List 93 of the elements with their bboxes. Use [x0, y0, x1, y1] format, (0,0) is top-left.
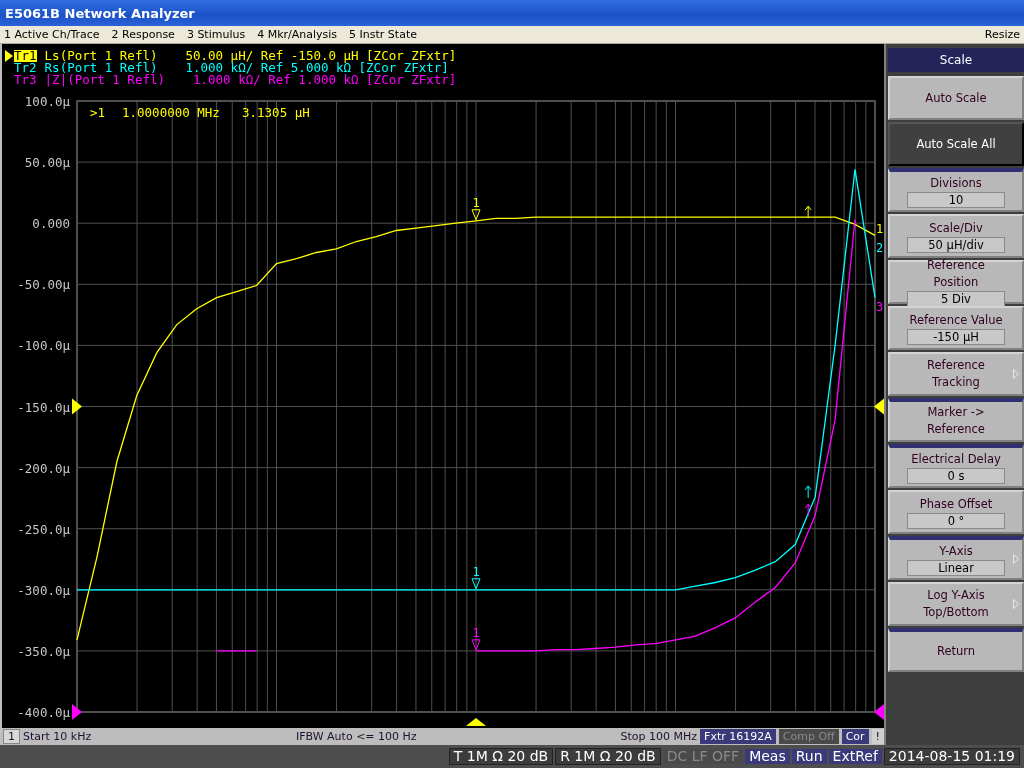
- status-indicator: DC LF OFF: [662, 749, 744, 764]
- menu-item[interactable]: 5 Instr State: [349, 28, 417, 41]
- trace-end-label: 2: [876, 241, 884, 255]
- softkey-button[interactable]: Reference Value -150 µH: [888, 306, 1024, 350]
- softkey-value-field[interactable]: 50 µH/div: [907, 236, 1005, 253]
- status-indicator: T 1M Ω 20 dB: [448, 748, 554, 765]
- marker-number: 1: [472, 195, 480, 210]
- resize-menu[interactable]: Resize: [984, 28, 1020, 41]
- softkey-button[interactable]: Phase Offset 0 °: [888, 490, 1024, 534]
- y-axis-tick-label: -200.0µ: [17, 460, 70, 476]
- reference-arrow-icon: [874, 398, 884, 415]
- marker-arrow-icon: [804, 503, 812, 517]
- trace-parameter: |Z|(Port 1 Refl): [44, 74, 165, 86]
- softkey-button[interactable]: Electrical Delay 0 s: [888, 444, 1024, 488]
- marker-value: 3.1305 µH: [242, 105, 310, 120]
- softkey-value-field[interactable]: Linear: [907, 559, 1005, 576]
- y-axis-tick-label: 0.000: [32, 216, 70, 232]
- marker-triangle-icon: [471, 639, 481, 651]
- marker-readout-label: >1: [90, 105, 106, 120]
- status-indicator: Cor: [841, 729, 869, 744]
- trace-parameter: Ls(Port 1 Refl): [44, 50, 158, 62]
- softkey-button[interactable]: Auto Scale All: [888, 122, 1024, 166]
- softkey-label: Divisions: [930, 174, 982, 192]
- reference-arrow-icon: [874, 704, 884, 720]
- softkey-button[interactable]: Return: [888, 628, 1024, 672]
- softkey-button[interactable]: Marker -> Reference: [888, 398, 1024, 442]
- marker-number: 1: [472, 564, 480, 579]
- status-indicator: Comp Off: [778, 729, 839, 744]
- marker-arrow-icon: [804, 485, 812, 499]
- marker-arrow-icon: [804, 205, 812, 219]
- softkey-label: Reference Position: [926, 257, 986, 291]
- softkey-value-field[interactable]: 10: [907, 191, 1005, 208]
- status-indicator: Run: [791, 749, 827, 764]
- y-axis-tick-label: -50.00µ: [17, 277, 70, 293]
- softkey-label: Phase Offset: [919, 495, 993, 513]
- trace-end-label: 1: [876, 222, 884, 236]
- marker-frequency: 1.0000000 MHz: [122, 105, 220, 120]
- softkey-value-field[interactable]: -150 µH: [907, 328, 1005, 345]
- softkey-label: Log Y-Axis Top/Bottom: [922, 587, 990, 621]
- menu-item[interactable]: 3 Stimulus: [186, 28, 246, 41]
- y-axis-tick-label: -150.0µ: [17, 399, 70, 415]
- softkey-button[interactable]: Y-Axis Linear: [888, 536, 1024, 580]
- softkey-button[interactable]: Log Y-Axis Top/Bottom: [888, 582, 1024, 626]
- trace-parameter: Rs(Port 1 Refl): [44, 62, 158, 74]
- softkey-label: Electrical Delay: [911, 450, 1001, 468]
- y-axis-tick-label: -400.0µ: [17, 705, 70, 720]
- softkey-button[interactable]: Reference Position 5 Div: [888, 260, 1024, 304]
- status-indicator: Fxtr 16192A: [700, 729, 776, 744]
- y-axis-tick-label: -250.0µ: [17, 521, 70, 537]
- trace-label[interactable]: Tr3: [14, 74, 37, 86]
- menu-item[interactable]: 4 Mkr/Analysis: [257, 28, 338, 41]
- trace-label[interactable]: Tr2: [14, 62, 37, 74]
- trace-scale: 1.000 kΩ/ Ref 1.000 kΩ [ZCor ZFxtr]: [193, 74, 457, 86]
- y-axis-tick-label: 50.00µ: [24, 155, 70, 171]
- trace-scale: 50.00 µH/ Ref -150.0 µH [ZCor ZFxtr]: [185, 50, 457, 62]
- stop-frequency: Stop 100 MHz: [620, 730, 698, 743]
- status-indicator: 2014-08-15 01:19: [883, 748, 1020, 765]
- submenu-arrow-icon: [1013, 599, 1019, 609]
- active-marker-triangle-icon: [466, 718, 486, 726]
- status-indicator: R 1M Ω 20 dB: [555, 748, 661, 765]
- softkey-label: Y-Axis: [939, 542, 973, 560]
- trace-scale: 1.000 kΩ/ Ref 5.000 kΩ [ZCor ZFxtr]: [185, 62, 449, 74]
- softkey-button[interactable]: Scale/Div 50 µH/div: [888, 214, 1024, 258]
- marker-triangle-icon: [471, 578, 481, 590]
- y-axis-tick-label: 100.0µ: [24, 94, 70, 109]
- softkey-button[interactable]: Reference Tracking: [888, 352, 1024, 396]
- submenu-arrow-icon: [1013, 369, 1019, 379]
- window-title: E5061B Network Analyzer: [5, 5, 195, 21]
- trace-end-label: 3: [876, 300, 884, 314]
- softkey-label: Reference Tracking: [926, 357, 986, 391]
- status-indicator: !: [871, 729, 884, 744]
- menu-item[interactable]: 2 Response: [111, 28, 175, 41]
- marker-triangle-icon: [471, 209, 481, 221]
- start-frequency: Start 10 kHz: [23, 730, 93, 743]
- status-indicator: ExtRef: [828, 749, 882, 764]
- softkey-label: Reference Value: [909, 311, 1003, 329]
- softkey-label: Scale/Div: [929, 219, 983, 237]
- softkey-value-field[interactable]: 0 °: [907, 512, 1005, 529]
- submenu-arrow-icon: [1013, 554, 1019, 564]
- y-axis-tick-label: -300.0µ: [17, 582, 70, 598]
- menu-item[interactable]: 1 Active Ch/Trace: [4, 28, 100, 41]
- softkey-button[interactable]: Auto Scale: [888, 76, 1024, 120]
- softkey-value-field[interactable]: 5 Div: [907, 291, 1005, 307]
- y-axis-tick-label: -350.0µ: [17, 643, 70, 659]
- softkey-value-field[interactable]: 0 s: [907, 467, 1005, 484]
- active-trace-arrow-icon: [5, 50, 13, 62]
- ifbw-label: IFBW Auto <= 100 Hz: [296, 730, 418, 743]
- softkey-button[interactable]: Divisions 10: [888, 168, 1024, 212]
- status-indicator: Meas: [745, 749, 790, 764]
- softkey-menu-title: Scale: [888, 48, 1024, 72]
- channel-number: 1: [3, 729, 20, 744]
- y-axis-tick-label: -100.0µ: [17, 338, 70, 354]
- marker-number: 1: [472, 625, 480, 640]
